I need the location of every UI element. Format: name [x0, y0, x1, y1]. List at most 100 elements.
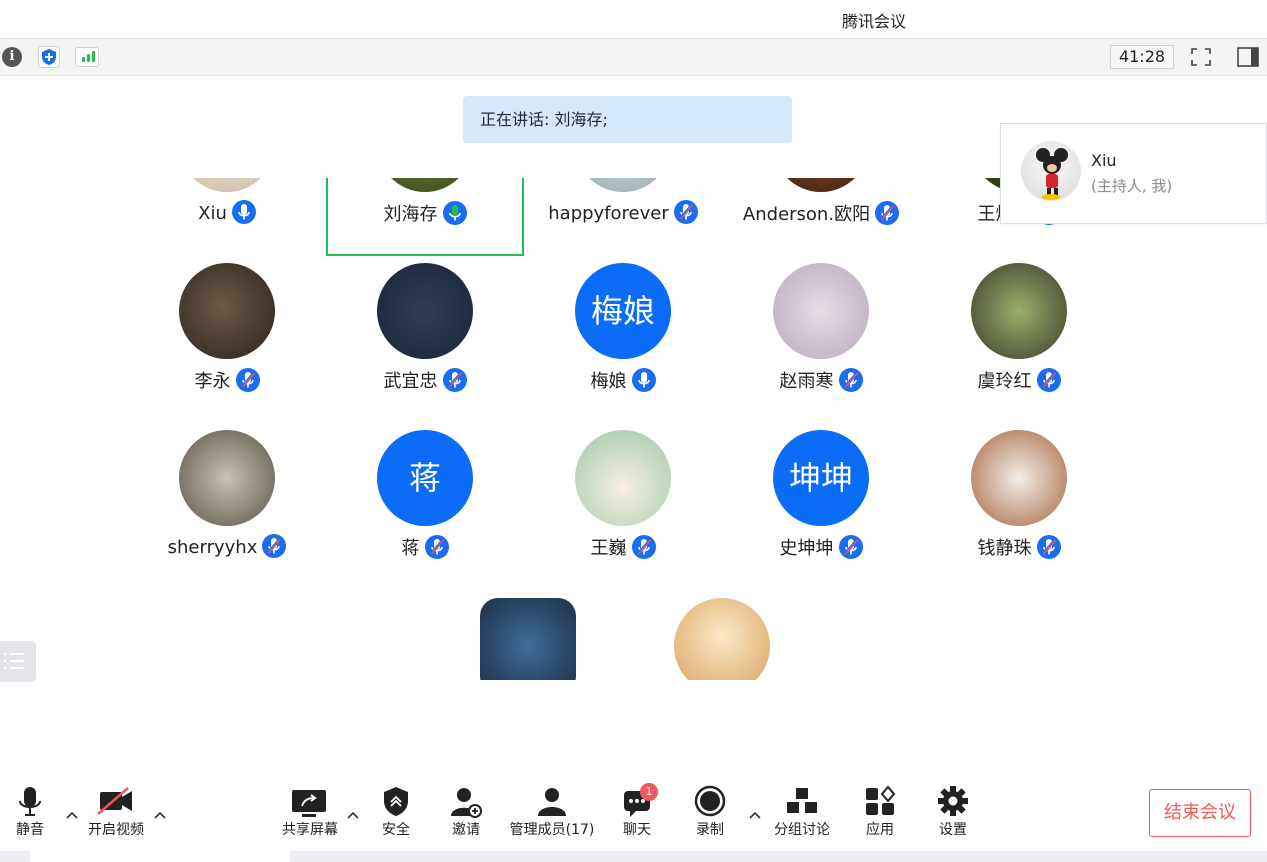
participant-name-row: 赵雨寒 — [722, 367, 920, 393]
breakout-rooms-label: 分组讨论 — [774, 822, 830, 838]
mic-muted-icon — [442, 368, 467, 392]
mute-button[interactable]: 静音 — [10, 785, 50, 839]
mic-icon — [231, 200, 256, 224]
security-button[interactable]: 安全 — [376, 785, 416, 839]
participant-name: 武宜忠 — [383, 371, 438, 392]
participant-name: 赵雨寒 — [779, 371, 834, 392]
manage-members-button[interactable]: 管理成员(17) — [506, 785, 598, 839]
participant-avatar: 蒋 — [377, 430, 473, 526]
mute-label: 静音 — [16, 822, 44, 838]
active-speaker-frame — [326, 178, 524, 256]
participant-name: happyforever — [548, 203, 669, 224]
share-options-chevron-icon[interactable] — [346, 805, 360, 819]
list-toggle-button[interactable] — [0, 641, 36, 682]
participant-name-row: 王巍 — [524, 534, 722, 560]
mute-options-chevron-icon[interactable] — [65, 805, 79, 819]
speaking-banner: 正在讲话: 刘海存; — [463, 96, 792, 143]
mic-muted-icon — [235, 368, 260, 392]
breakout-rooms-button[interactable]: 分组讨论 — [770, 785, 834, 839]
participant-name-row: 李永 — [128, 367, 326, 393]
participant-avatar — [575, 178, 671, 192]
host-name: Xiu — [1091, 151, 1117, 170]
mic-muted-icon — [1036, 535, 1061, 559]
participant-avatar — [971, 430, 1067, 526]
participant-name: Anderson.欧阳 — [742, 204, 871, 225]
mic-muted-icon — [875, 201, 900, 225]
title-bar: 腾讯会议 — [0, 0, 1267, 38]
participant-name: 蒋 — [401, 538, 420, 559]
host-role: (主持人, 我) — [1091, 177, 1173, 195]
participant-avatar — [377, 263, 473, 359]
participant-name-row: 梅娘 — [524, 367, 722, 393]
mic-muted-icon — [838, 368, 863, 392]
mic-muted-icon — [424, 535, 449, 559]
record-label: 录制 — [696, 822, 724, 838]
bottom-toolbar: 静音 开启视频 共享屏幕 安全 邀请 管理成员(17) 1 聊天 录制 分组讨论 — [0, 775, 1267, 851]
record-options-chevron-icon[interactable] — [748, 805, 762, 819]
participant-avatar — [179, 430, 275, 526]
participant-name-row: 史坤坤 — [722, 534, 920, 560]
chat-badge: 1 — [640, 783, 658, 801]
share-screen-label: 共享屏幕 — [282, 822, 338, 838]
participant-name: Xiu — [198, 203, 227, 224]
side-panel-icon[interactable] — [1236, 46, 1260, 68]
participant-avatar[interactable] — [674, 598, 770, 680]
signal-icon[interactable] — [75, 47, 99, 67]
mic-muted-icon — [631, 535, 656, 559]
participant-name: 虞玲红 — [977, 371, 1032, 392]
participant-name-row: Anderson.欧阳 — [722, 200, 920, 226]
mic-muted-icon — [673, 200, 698, 224]
meeting-info-bar: i 41:28 — [0, 38, 1267, 76]
settings-label: 设置 — [939, 822, 967, 838]
invite-button[interactable]: 邀请 — [446, 785, 486, 839]
record-button[interactable]: 录制 — [690, 785, 730, 839]
participant-name-row: sherryyhx — [128, 534, 326, 558]
video-label: 开启视频 — [88, 822, 144, 838]
participant-name-row: 武宜忠 — [326, 367, 524, 393]
host-avatar — [1021, 141, 1081, 201]
participant-avatar: 梅娘 — [575, 263, 671, 359]
participant-name: sherryyhx — [167, 537, 258, 558]
participant-avatar — [179, 178, 275, 192]
mic-muted-icon — [1036, 368, 1061, 392]
app-title: 腾讯会议 — [841, 12, 906, 31]
meeting-timer: 41:28 — [1110, 45, 1174, 69]
settings-button[interactable]: 设置 — [933, 785, 973, 839]
invite-label: 邀请 — [452, 822, 480, 838]
status-strip — [0, 851, 1267, 862]
share-screen-button[interactable]: 共享屏幕 — [278, 785, 342, 839]
info-icon[interactable]: i — [2, 47, 22, 67]
participant-name: 王巍 — [590, 538, 627, 559]
participant-name: 梅娘 — [590, 371, 627, 392]
chat-label: 聊天 — [623, 822, 651, 838]
shield-icon[interactable] — [38, 46, 60, 68]
end-meeting-button[interactable]: 结束会议 — [1149, 789, 1251, 837]
participant-avatar — [575, 430, 671, 526]
participant-name-row: 钱静珠 — [920, 534, 1118, 560]
participant-name-row: 蒋 — [326, 534, 524, 560]
participant-name-row: Xiu — [128, 200, 326, 224]
participant-name-row: happyforever — [524, 200, 722, 224]
participant-avatar: 坤坤 — [773, 430, 869, 526]
participant-name: 李永 — [194, 371, 231, 392]
participant-avatar — [971, 263, 1067, 359]
participant-avatar[interactable] — [480, 598, 576, 680]
video-options-chevron-icon[interactable] — [153, 805, 167, 819]
participant-name-row: 虞玲红 — [920, 367, 1118, 393]
mic-muted-icon — [838, 535, 863, 559]
mic-icon — [631, 368, 656, 392]
participant-grid: Xiu刘海存happyforeverAnderson.欧阳王炳福李永武宜忠梅娘梅… — [0, 178, 1267, 680]
security-label: 安全 — [382, 822, 410, 838]
video-button[interactable]: 开启视频 — [84, 785, 148, 839]
participant-name: 史坤坤 — [779, 538, 834, 559]
apps-button[interactable]: 应用 — [860, 785, 900, 839]
participant-name: 钱静珠 — [977, 538, 1032, 559]
participant-avatar — [773, 263, 869, 359]
chat-button[interactable]: 1 聊天 — [617, 783, 658, 839]
participant-avatar — [179, 263, 275, 359]
fullscreen-icon[interactable] — [1189, 46, 1213, 68]
host-card[interactable]: Xiu (主持人, 我) — [1000, 123, 1267, 224]
mic-muted-icon — [262, 534, 287, 558]
participant-avatar — [773, 178, 869, 192]
manage-members-label: 管理成员(17) — [509, 822, 595, 838]
